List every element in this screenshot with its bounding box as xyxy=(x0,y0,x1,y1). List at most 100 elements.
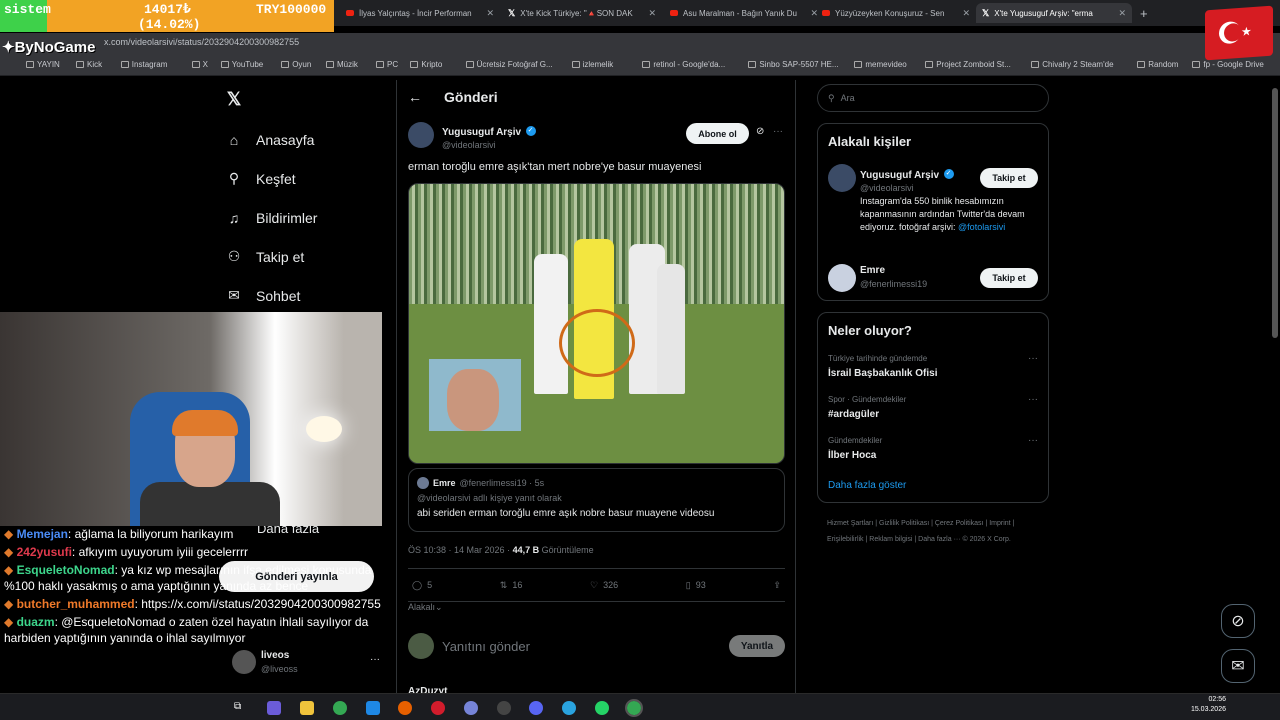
nav-notifications[interactable]: ♫ Bildirimler xyxy=(226,198,318,237)
trend-item[interactable]: Spor · Gündemdekiler #ardagüler xyxy=(828,395,906,420)
post-button[interactable]: Gönderi yayınla xyxy=(219,561,374,592)
youtube-icon xyxy=(822,10,830,16)
bookmark-item[interactable]: YouTube xyxy=(220,60,263,69)
tab-kick-turkiye[interactable]: 𝕏 X'te Kick Türkiye: "🔺SON DAK ✕ xyxy=(502,3,662,23)
bookmark-item[interactable]: YAYIN xyxy=(26,60,60,69)
bookmark-item[interactable]: Müzik xyxy=(326,60,358,69)
post-author[interactable]: Yugusuguf Arşiv ✓ @videolarsivi xyxy=(408,122,536,150)
tab-yuzyuzeyken[interactable]: Yüzyüzeyken Konuşuruz - Sen ✕ xyxy=(816,3,976,23)
x-logo-icon[interactable]: 𝕏 xyxy=(226,86,317,112)
telegram-icon[interactable] xyxy=(562,701,576,715)
reply-button[interactable]: ◯ 5 xyxy=(412,580,432,591)
close-icon[interactable]: ✕ xyxy=(962,8,970,19)
system-clock[interactable]: 02:56 15.03.2026 xyxy=(1191,695,1226,715)
bookmark-item[interactable]: Oyun xyxy=(281,60,311,69)
bio-link[interactable]: @fotolarsivi xyxy=(958,222,1005,232)
repost-button[interactable]: ⇅ 16 xyxy=(500,580,523,591)
firefox-icon[interactable] xyxy=(398,701,412,715)
close-icon[interactable]: ✕ xyxy=(486,8,494,19)
opera-icon[interactable] xyxy=(431,701,445,715)
tab-ilyas[interactable]: İlyas Yalçıntaş - İncir Performan ✕ xyxy=(340,3,500,23)
search-icon: ⚲ xyxy=(228,170,240,186)
bookmark-item[interactable]: Kripto xyxy=(410,60,442,69)
chat-username[interactable]: butcher_muhammed xyxy=(17,597,135,611)
bookmark-item[interactable]: Kick xyxy=(76,60,102,69)
bookmark-button[interactable]: ▯ 93 xyxy=(686,580,706,591)
more-options-icon[interactable]: ··· xyxy=(1028,394,1038,405)
discord-icon[interactable] xyxy=(529,701,543,715)
chat-username[interactable]: EsqueletoNomad xyxy=(17,563,115,577)
chat-username[interactable]: 242yusufi xyxy=(17,545,72,559)
trend-item[interactable]: Türkiye tarihinde gündemde İsrail Başbaka… xyxy=(828,354,938,379)
chrome-icon[interactable] xyxy=(333,701,347,715)
bookmark-item[interactable]: PC xyxy=(376,60,398,69)
badge-icon: ◆ xyxy=(4,615,17,629)
more-options-icon[interactable]: ··· xyxy=(370,654,380,665)
nav-follow[interactable]: ⚇ Takip et xyxy=(226,237,317,276)
footer-links[interactable]: Hizmet Şartları | Gizlilik Politikası | … xyxy=(827,516,1047,548)
chat-username[interactable]: duazm xyxy=(17,615,55,629)
messages-icon[interactable]: ✉ xyxy=(1221,649,1255,683)
bookmark-item[interactable]: Ücretsiz Fotoğraf G... xyxy=(465,60,553,69)
nav-explore[interactable]: ⚲ Keşfet xyxy=(226,159,317,198)
chat-message: ◆ Memejan: ağlama la biliyorum harikayım xyxy=(4,526,381,542)
author-handle[interactable]: @videolarsivi xyxy=(442,140,536,150)
avatar[interactable] xyxy=(408,122,434,148)
bookmark-item[interactable]: Instagram xyxy=(120,60,167,69)
task-view-icon[interactable]: ⧉ xyxy=(234,701,248,715)
bookmark-item[interactable]: retinol - Google'da... xyxy=(642,60,725,69)
share-button[interactable]: ⇪ xyxy=(773,580,781,591)
folder-icon xyxy=(120,61,129,68)
quoted-reply[interactable]: Emre @fenerlimessi19 · 5s @videolarsivi a… xyxy=(408,468,785,532)
more-options-icon[interactable]: ··· xyxy=(773,126,783,137)
author-name[interactable]: Yugusuguf Arşiv xyxy=(442,127,521,138)
bookmark-item[interactable]: Sinbo SAP-5507 HE... xyxy=(748,60,839,69)
tab-asu-maralman[interactable]: Asu Maralman - Bağın Yanık Du ✕ xyxy=(664,3,824,23)
show-more-link[interactable]: Daha fazla göster xyxy=(828,480,906,491)
mail-app-icon[interactable] xyxy=(366,701,380,715)
chat-username[interactable]: Memejan xyxy=(17,527,68,541)
trend-item[interactable]: Gündemdekiler İlber Hoca xyxy=(828,436,882,461)
url-text[interactable]: x.com/videolarsivi/status/20329042003009… xyxy=(104,37,299,47)
bookmark-item[interactable]: fp - Google Drive xyxy=(1192,60,1264,69)
bookmark-item[interactable]: memevideo xyxy=(854,60,907,69)
close-icon[interactable]: ✕ xyxy=(648,8,656,19)
account-switcher[interactable]: liveos @liveoss ··· xyxy=(232,648,380,678)
nav-chat[interactable]: ✉ Sohbet xyxy=(226,276,317,315)
folder-icon xyxy=(642,61,651,68)
obs-icon[interactable] xyxy=(497,701,511,715)
address-bar[interactable]: x.com/videolarsivi/status/20329042003009… xyxy=(0,33,1280,55)
bookmark-item[interactable]: Random xyxy=(1137,60,1178,69)
back-arrow-icon[interactable]: ← xyxy=(408,89,422,105)
bookmark-item[interactable]: izlemelik xyxy=(571,60,613,69)
tab-yugusuguf[interactable]: 𝕏 X'te Yugusuguf Arşiv: "erma ✕ xyxy=(976,3,1132,23)
post-video[interactable] xyxy=(408,183,785,464)
whatsapp-icon[interactable] xyxy=(595,701,609,715)
new-tab-button[interactable]: + xyxy=(1134,3,1154,23)
grok-icon[interactable]: ⊘ xyxy=(756,126,764,137)
app-icon[interactable] xyxy=(464,701,478,715)
sort-replies-dropdown[interactable]: Alakalı⌄ xyxy=(408,602,443,613)
subscribe-button[interactable]: Abone ol xyxy=(686,123,749,144)
chrome-active-icon[interactable] xyxy=(625,699,643,717)
more-options-icon[interactable]: ··· xyxy=(1028,353,1038,364)
bookmark-item[interactable]: X xyxy=(191,60,208,69)
bookmark-item[interactable]: Chivalry 2 Steam'de xyxy=(1031,60,1114,69)
like-button[interactable]: ♡ 326 xyxy=(590,580,618,591)
reply-input[interactable]: Yanıtını gönder xyxy=(442,639,721,654)
avatar xyxy=(408,633,434,659)
nav-home[interactable]: ⌂ Anasayfa xyxy=(226,120,317,159)
avatar[interactable] xyxy=(828,164,856,192)
search-input[interactable]: ⚲ Ara xyxy=(817,84,1049,112)
more-options-icon[interactable]: ··· xyxy=(1028,435,1038,446)
close-icon[interactable]: ✕ xyxy=(1118,8,1126,19)
grok-icon[interactable]: ⊘ xyxy=(1221,604,1255,638)
file-explorer-icon[interactable] xyxy=(300,701,314,715)
bookmark-item[interactable]: Project Zomboid St... xyxy=(925,60,1011,69)
reply-submit-button[interactable]: Yanıtla xyxy=(729,635,785,657)
follow-button[interactable]: Takip et xyxy=(980,168,1038,188)
avatar[interactable] xyxy=(828,264,856,292)
copilot-icon[interactable] xyxy=(267,701,281,715)
scrollbar[interactable] xyxy=(1272,88,1278,338)
follow-button[interactable]: Takip et xyxy=(980,268,1038,288)
